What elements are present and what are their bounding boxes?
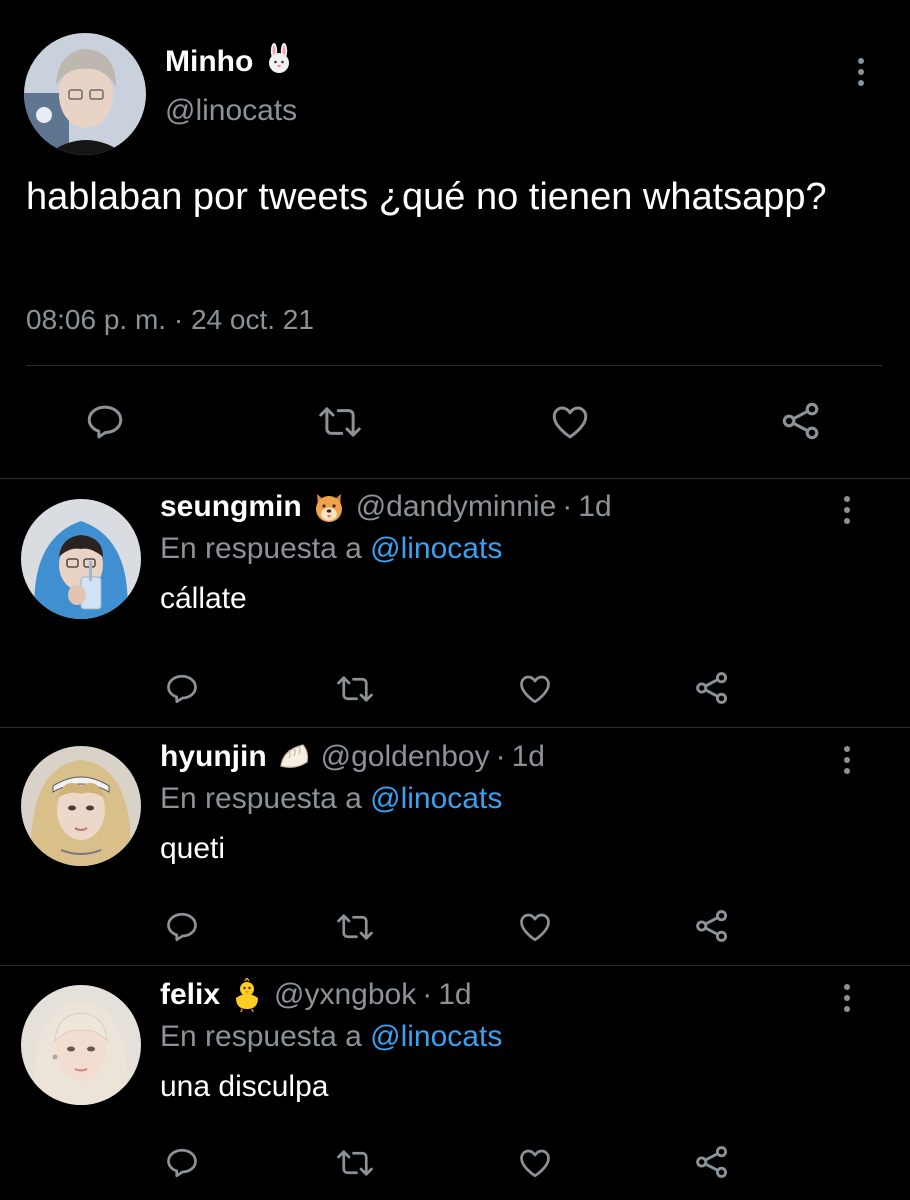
more-options-button[interactable]: [832, 978, 862, 1018]
reply-icon: [87, 405, 123, 439]
share-icon: [696, 672, 728, 704]
reply-context-prefix: En respuesta a: [160, 782, 362, 815]
reply-button[interactable]: [162, 670, 202, 708]
reply-text: una disculpa: [160, 1070, 329, 1103]
reply-tweet[interactable]: seungmin @dandyminnie · 1d En respuesta …: [0, 478, 910, 728]
retweet-button[interactable]: [332, 908, 378, 946]
reply-context: En respuesta a @linocats: [160, 532, 502, 566]
share-button[interactable]: [692, 906, 732, 946]
separator-dot: ·: [495, 740, 506, 773]
avatar[interactable]: [21, 746, 141, 866]
reply-context-mention[interactable]: @linocats: [370, 532, 502, 565]
reply-context: En respuesta a @linocats: [160, 1020, 502, 1054]
reply-timestamp: 1d: [438, 978, 472, 1011]
tweet-timestamp: 08:06 p. m. · 24 oct. 21: [26, 304, 314, 335]
like-button[interactable]: [515, 908, 555, 946]
dumpling-icon: [277, 740, 311, 774]
like-button[interactable]: [515, 1144, 555, 1182]
more-dot: [844, 507, 850, 513]
reply-context-mention[interactable]: @linocats: [370, 782, 502, 815]
reply-text: cállate: [160, 582, 247, 615]
more-options-button[interactable]: [832, 490, 862, 530]
more-dot: [844, 518, 850, 524]
like-button[interactable]: [515, 670, 555, 708]
reply-icon: [167, 912, 197, 942]
avatar[interactable]: [21, 985, 141, 1105]
more-dot: [844, 746, 850, 752]
retweet-icon: [337, 676, 373, 702]
heart-icon: [520, 1149, 550, 1178]
retweet-button[interactable]: [314, 400, 366, 444]
retweet-icon: [337, 1150, 373, 1176]
retweet-button[interactable]: [332, 670, 378, 708]
reply-context-prefix: En respuesta a: [160, 532, 362, 565]
reply-button[interactable]: [82, 400, 128, 444]
retweet-button[interactable]: [332, 1144, 378, 1182]
rabbit-face-icon: [263, 42, 295, 82]
author-name[interactable]: Minho: [165, 42, 295, 82]
share-button[interactable]: [692, 668, 732, 708]
reply-header: hyunjin @goldenboy · 1d: [160, 740, 545, 774]
more-dot: [844, 757, 850, 763]
reply-tweet[interactable]: hyunjin @goldenboy · 1d En respuesta a @…: [0, 728, 910, 966]
reply-author-handle[interactable]: @goldenboy: [321, 740, 490, 774]
reply-button[interactable]: [162, 908, 202, 946]
more-dot: [844, 995, 850, 1001]
more-dot: [858, 80, 864, 86]
baby-chick-icon: [230, 978, 264, 1012]
heart-icon: [552, 406, 588, 439]
reply-timestamp: 1d: [511, 740, 545, 773]
like-button[interactable]: [547, 400, 593, 444]
reply-header: felix @yxngbok · 1d: [160, 978, 472, 1012]
reply-header: seungmin @dandyminnie · 1d: [160, 490, 612, 524]
reply-icon: [167, 674, 197, 704]
share-icon: [782, 402, 819, 440]
reply-icon: [167, 1148, 197, 1178]
reply-timestamp: 1d: [578, 490, 612, 523]
reply-context-mention[interactable]: @linocats: [370, 1020, 502, 1053]
reply-author-name[interactable]: felix: [160, 978, 220, 1012]
dog-face-icon: [312, 490, 346, 524]
more-dot: [844, 984, 850, 990]
author-name-text: Minho: [165, 45, 254, 78]
reply-context: En respuesta a @linocats: [160, 782, 502, 816]
share-icon: [696, 1146, 728, 1178]
divider: [26, 365, 882, 366]
more-dot: [844, 768, 850, 774]
reply-author-name[interactable]: hyunjin: [160, 740, 267, 774]
more-dot: [844, 496, 850, 502]
share-button[interactable]: [778, 398, 824, 444]
author-handle[interactable]: @linocats: [165, 94, 297, 128]
avatar[interactable]: [21, 499, 141, 619]
more-dot: [858, 69, 864, 75]
separator-dot: ·: [562, 490, 573, 523]
retweet-icon: [337, 914, 373, 940]
reply-author-name[interactable]: seungmin: [160, 490, 302, 524]
retweet-icon: [319, 407, 361, 437]
reply-tweet[interactable]: felix @yxngbok · 1d En respuesta a @lino…: [0, 966, 910, 1200]
reply-author-handle[interactable]: @yxngbok: [274, 978, 416, 1012]
more-dot: [858, 58, 864, 64]
reply-context-prefix: En respuesta a: [160, 1020, 362, 1053]
heart-icon: [520, 675, 550, 704]
more-options-button[interactable]: [832, 740, 862, 780]
reply-text: queti: [160, 832, 226, 865]
reply-button[interactable]: [162, 1144, 202, 1182]
share-icon: [696, 910, 728, 942]
more-dot: [844, 1006, 850, 1012]
share-button[interactable]: [692, 1142, 732, 1182]
separator-dot: ·: [422, 978, 433, 1011]
avatar[interactable]: [24, 33, 146, 155]
main-tweet: Minho @linocats hablaban por tweets ¿qué…: [0, 0, 910, 479]
reply-author-handle[interactable]: @dandyminnie: [356, 490, 557, 524]
more-options-button[interactable]: [846, 52, 876, 92]
tweet-text: hablaban por tweets ¿qué no tienen whats…: [26, 176, 827, 218]
heart-icon: [520, 913, 550, 942]
